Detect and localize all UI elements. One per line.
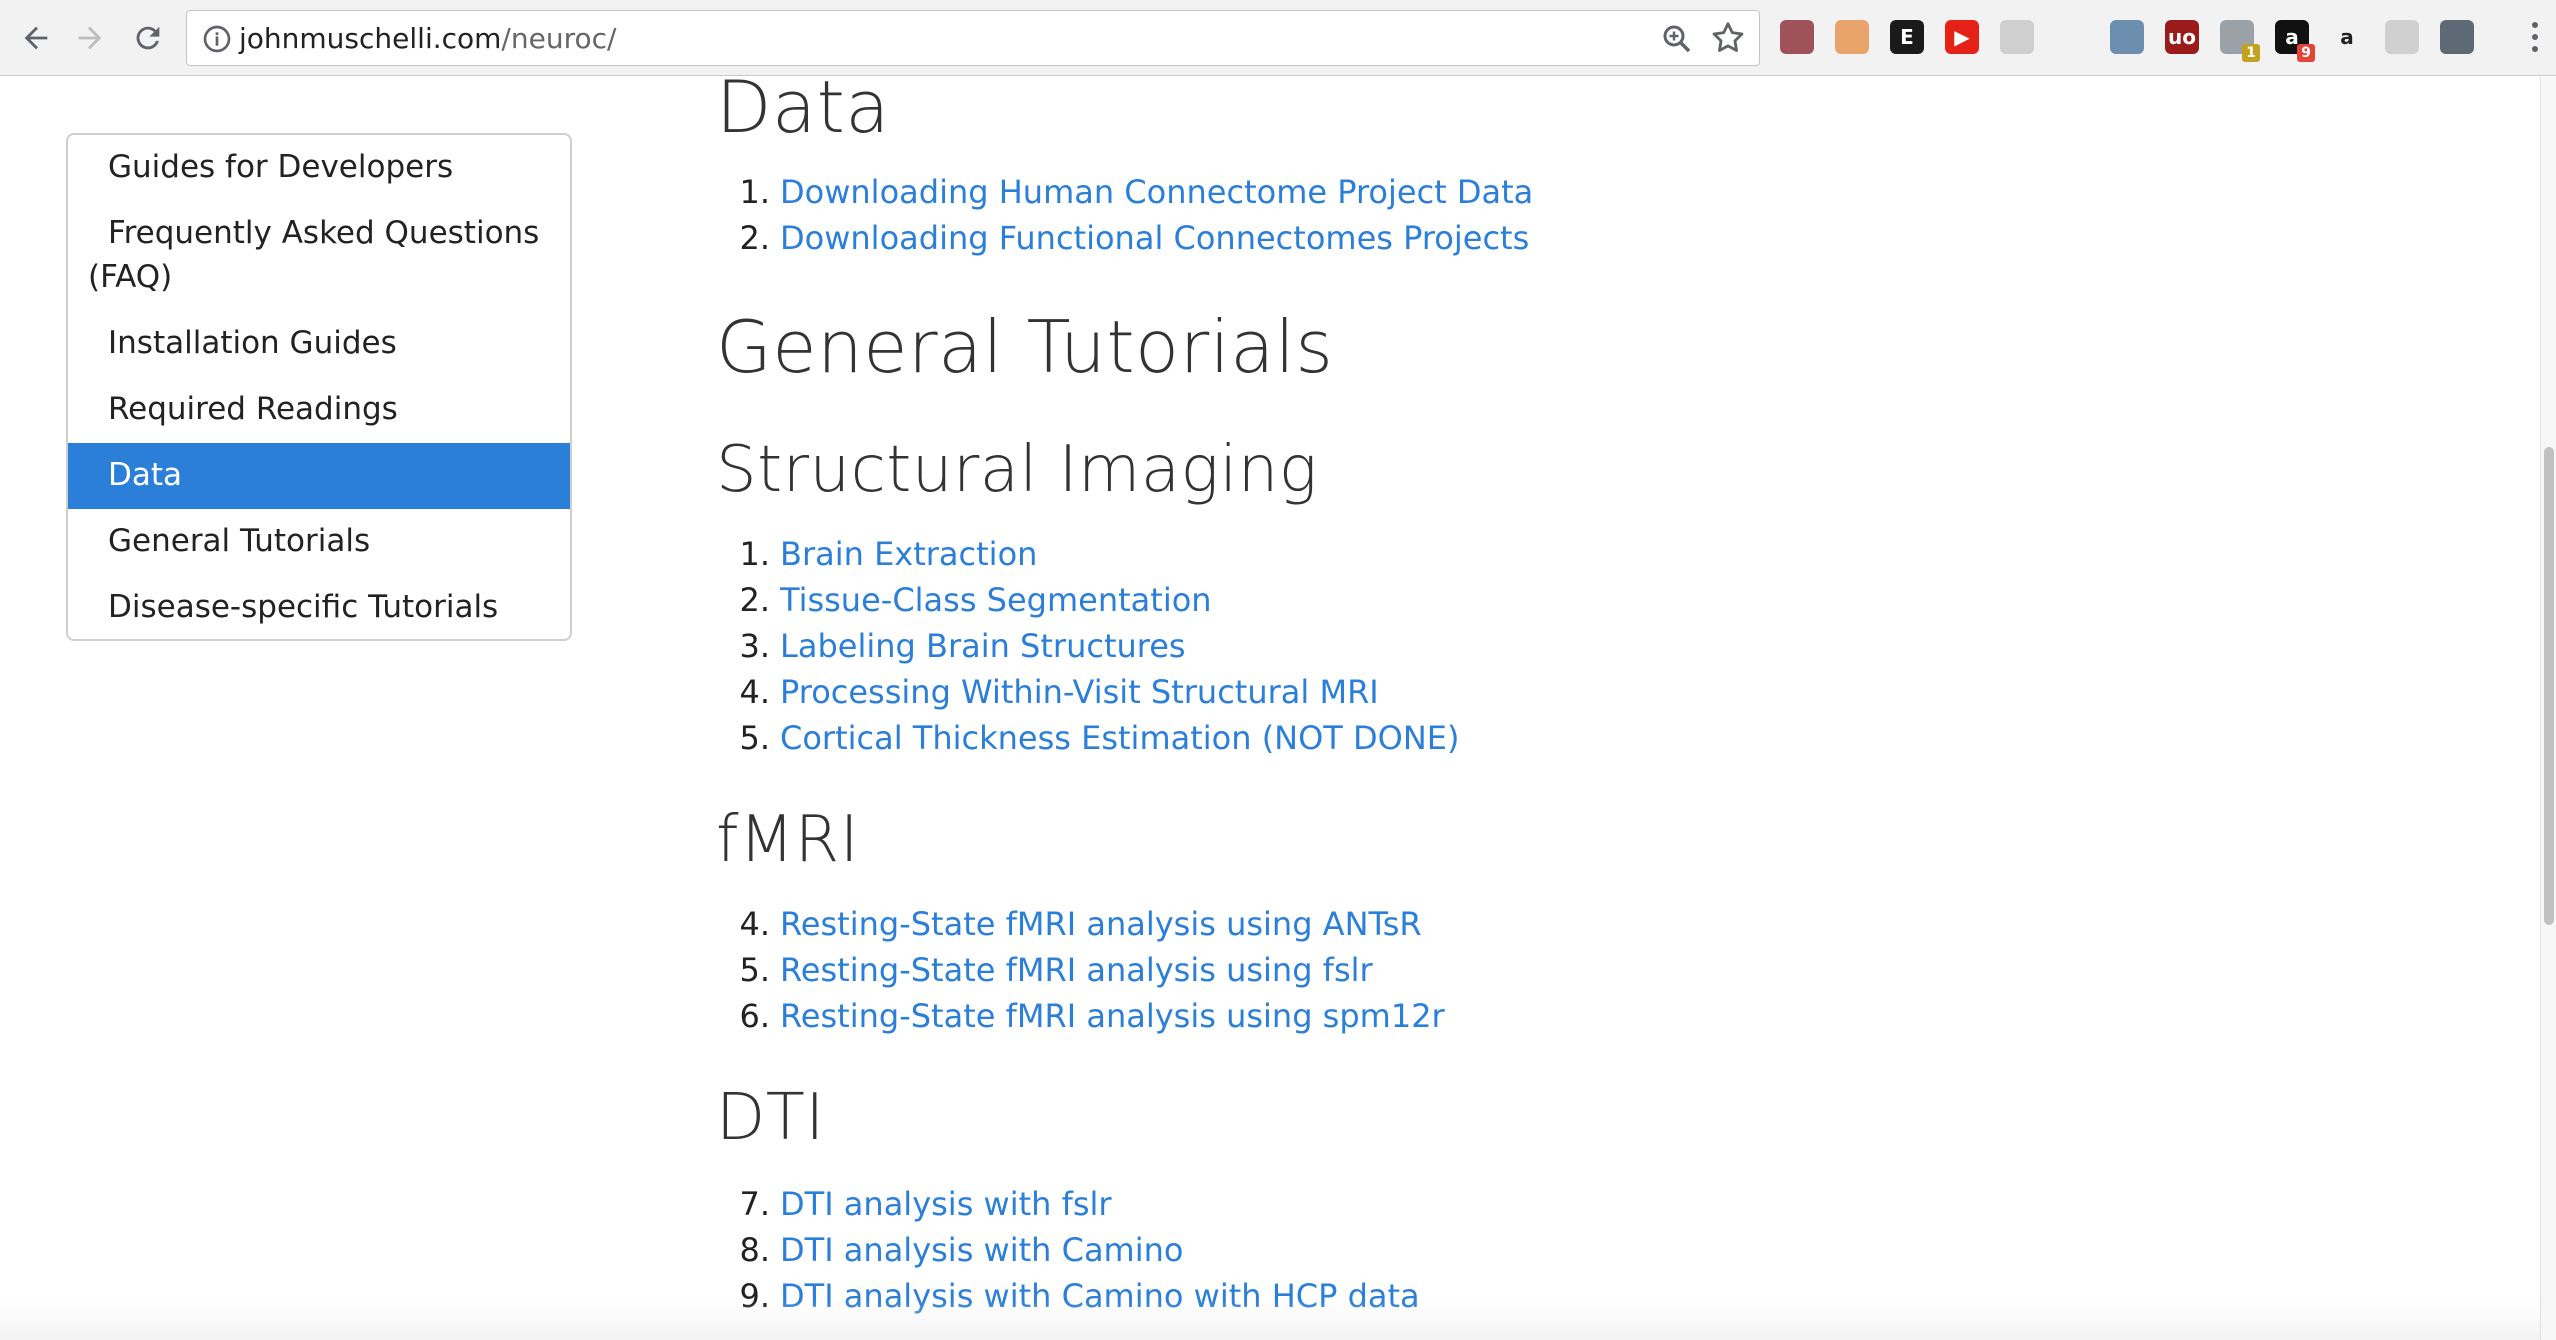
chat-extension-icon[interactable] xyxy=(2385,20,2419,54)
list-item: 7. DTI analysis with fslr xyxy=(739,1185,1112,1223)
page-content: Guides for Developers Frequently Asked Q… xyxy=(0,77,2540,1340)
link-downloading-hcp-data[interactable]: Downloading Human Connectome Project Dat… xyxy=(780,173,1533,211)
reload-button[interactable] xyxy=(124,14,172,62)
dti-heading: DTI xyxy=(716,1081,825,1155)
url-path: /neuroc/ xyxy=(501,22,617,55)
sidebar-item-guides-for-developers[interactable]: Guides for Developers xyxy=(68,135,570,201)
general-tutorials-heading: General Tutorials xyxy=(716,305,1334,389)
list-item: 1. Brain Extraction xyxy=(739,535,1038,573)
fmri-heading: fMRI xyxy=(716,803,860,877)
link-labeling-brain-structures[interactable]: Labeling Brain Structures xyxy=(780,627,1186,665)
sidebar-item-installation-guides[interactable]: Installation Guides xyxy=(68,311,570,377)
forward-button[interactable] xyxy=(66,14,114,62)
link-tissue-class-segmentation[interactable]: Tissue-Class Segmentation xyxy=(780,581,1212,619)
extension-badge: 9 xyxy=(2297,44,2315,62)
reload-icon xyxy=(136,26,160,50)
ublock-icon[interactable]: uo xyxy=(2165,20,2199,54)
link-rsfmri-spm12r[interactable]: Resting-State fMRI analysis using spm12r xyxy=(780,997,1445,1035)
bookmark-star-icon[interactable] xyxy=(1709,19,1747,57)
tomato-extension-icon[interactable] xyxy=(1780,20,1814,54)
evernote-extension-icon[interactable]: E xyxy=(1890,20,1924,54)
link-dti-fslr[interactable]: DTI analysis with fslr xyxy=(780,1185,1112,1223)
list-item: 5. Cortical Thickness Estimation (NOT DON… xyxy=(739,719,1460,757)
extension-badge: 1 xyxy=(2242,44,2260,62)
address-bar[interactable]: johnmuschelli.com/neuroc/ xyxy=(186,10,1760,66)
link-dti-camino[interactable]: DTI analysis with Camino xyxy=(780,1231,1183,1269)
sidebar-item-faq[interactable]: Frequently Asked Questions (FAQ) xyxy=(68,201,570,311)
sidebar-item-data[interactable]: Data xyxy=(68,443,570,509)
list-item: 6. Resting-State fMRI analysis using spm1… xyxy=(739,997,1445,1035)
link-rsfmri-antsr[interactable]: Resting-State fMRI analysis using ANTsR xyxy=(780,905,1422,943)
link-rsfmri-fslr[interactable]: Resting-State fMRI analysis using fslr xyxy=(780,951,1373,989)
a-extension-icon[interactable]: a9 xyxy=(2275,20,2315,62)
eye-extension-icon[interactable] xyxy=(2440,20,2474,54)
list-item: 4. Processing Within-Visit Structural MRI xyxy=(739,673,1379,711)
list-item: 1. Downloading Human Connectome Project D… xyxy=(739,173,1534,211)
list-item: 4. Resting-State fMRI analysis using ANTs… xyxy=(739,905,1422,943)
link-brain-extraction[interactable]: Brain Extraction xyxy=(780,535,1037,573)
zoom-icon[interactable] xyxy=(1659,21,1695,57)
youtube-extension-icon[interactable]: ▶ xyxy=(1945,20,1979,54)
forward-arrow-icon xyxy=(78,26,102,50)
amazon-icon[interactable]: a xyxy=(2330,20,2364,54)
link-cortical-thickness[interactable]: Cortical Thickness Estimation (NOT DONE) xyxy=(780,719,1459,757)
satellite-extension-icon[interactable] xyxy=(2110,20,2144,54)
data-list: 1. Downloading Human Connectome Project D… xyxy=(716,169,1533,261)
link-downloading-fcp[interactable]: Downloading Functional Connectomes Proje… xyxy=(780,219,1529,257)
sidebar-item-disease-specific-tutorials[interactable]: Disease-specific Tutorials xyxy=(68,575,570,639)
sidebar-item-general-tutorials[interactable]: General Tutorials xyxy=(68,509,570,575)
list-item: 2. Tissue-Class Segmentation xyxy=(739,581,1212,619)
link-processing-within-visit[interactable]: Processing Within-Visit Structural MRI xyxy=(780,673,1379,711)
structural-list: 1. Brain Extraction 2. Tissue-Class Segmen… xyxy=(716,531,1459,761)
people-extension-icon[interactable]: 1 xyxy=(2220,20,2260,62)
sidebar-nav: Guides for Developers Frequently Asked Q… xyxy=(66,133,572,641)
dti-list: 7. DTI analysis with fslr 8. DTI analysis … xyxy=(716,1181,1419,1319)
info-icon[interactable] xyxy=(201,23,233,55)
url-host: johnmuschelli.com xyxy=(239,22,502,55)
sidebar-item-required-readings[interactable]: Required Readings xyxy=(68,377,570,443)
structural-imaging-heading: Structural Imaging xyxy=(716,433,1318,507)
scrollbar-thumb[interactable] xyxy=(2544,447,2554,925)
bottom-shadow xyxy=(0,1300,2540,1340)
fmri-list: 4. Resting-State fMRI analysis using ANTs… xyxy=(716,901,1445,1039)
data-heading: Data xyxy=(716,77,890,149)
honey-extension-icon[interactable] xyxy=(1835,20,1869,54)
list-item: 2. Downloading Functional Connectomes Pro… xyxy=(739,219,1530,257)
cast-icon[interactable] xyxy=(2055,20,2089,54)
browser-menu-icon[interactable] xyxy=(2530,22,2540,56)
back-arrow-icon xyxy=(24,26,48,50)
search-extension-icon[interactable] xyxy=(2000,20,2034,54)
vertical-scrollbar[interactable] xyxy=(2540,77,2556,1340)
url-text[interactable]: johnmuschelli.com/neuroc/ xyxy=(239,21,616,57)
list-item: 3. Labeling Brain Structures xyxy=(739,627,1186,665)
browser-toolbar: johnmuschelli.com/neuroc/ E ▶ uo 1 a 9 a xyxy=(0,0,2556,76)
list-item: 8. DTI analysis with Camino xyxy=(739,1231,1184,1269)
list-item: 5. Resting-State fMRI analysis using fslr xyxy=(739,951,1373,989)
back-button[interactable] xyxy=(12,14,60,62)
